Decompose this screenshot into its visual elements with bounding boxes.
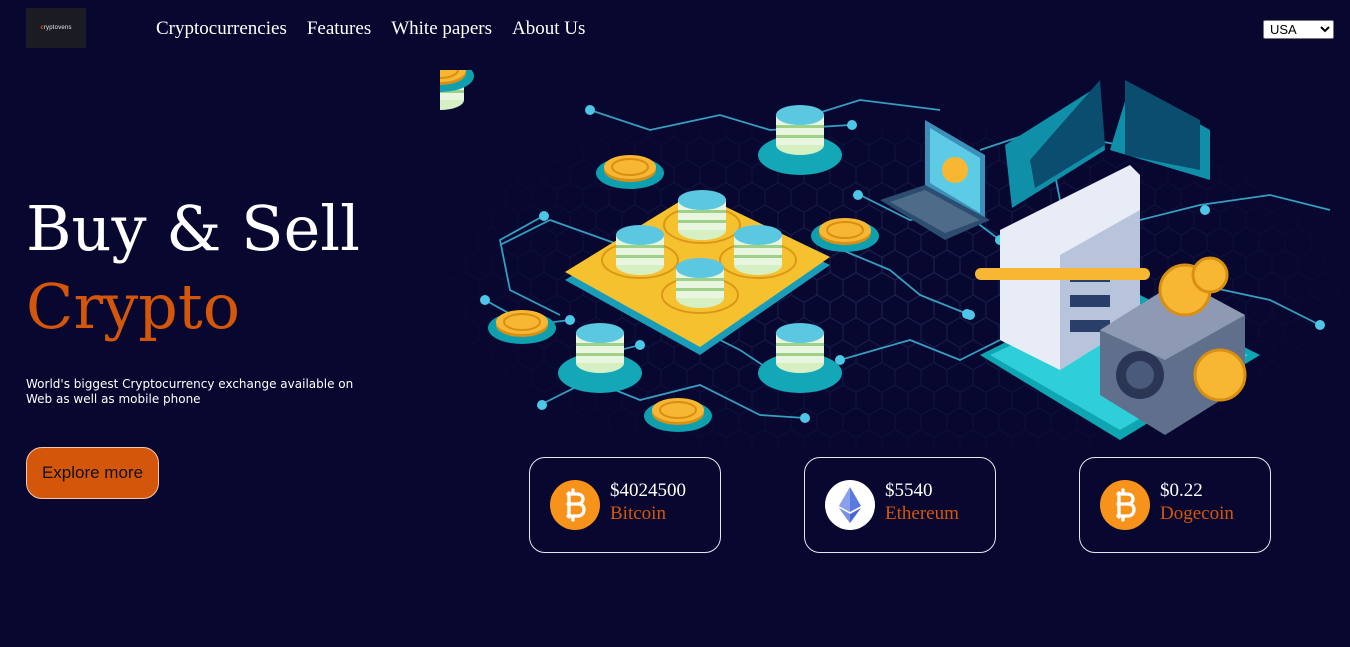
coin-name: Ethereum (885, 503, 959, 524)
coin-name: Bitcoin (610, 503, 666, 524)
region-select[interactable]: USA (1263, 20, 1334, 39)
hero-description: World's biggest Cryptocurrency exchange … (26, 377, 354, 406)
coin-card-bitcoin[interactable]: $4024500 Bitcoin (529, 457, 721, 553)
hero-title: Buy & Sell Crypto (26, 190, 360, 346)
nav-link-cryptocurrencies[interactable]: Cryptocurrencies (156, 18, 287, 40)
ethereum-icon (825, 480, 875, 530)
bitcoin-icon (1100, 480, 1150, 530)
brand-logo[interactable]: cryptovens (26, 8, 86, 48)
coin-price: $0.22 (1160, 480, 1203, 501)
explore-more-button[interactable]: Explore more (26, 447, 159, 499)
coin-card-ethereum[interactable]: $5540 Ethereum (804, 457, 996, 553)
coin-price: $5540 (885, 480, 933, 501)
logo-wordmark: cryptovens (40, 25, 72, 31)
nav-link-about-us[interactable]: About Us (512, 18, 585, 40)
nav-link-white-papers[interactable]: White papers (391, 18, 492, 40)
coin-card-dogecoin[interactable]: $0.22 Dogecoin (1079, 457, 1271, 553)
coin-price: $4024500 (610, 480, 686, 501)
hero-title-line1: Buy & Sell (26, 192, 360, 265)
blockchain-illustration (440, 70, 1340, 450)
coin-name: Dogecoin (1160, 503, 1234, 524)
nav-link-features[interactable]: Features (307, 18, 371, 40)
hero-title-line2: Crypto (26, 270, 241, 343)
bitcoin-icon (550, 480, 600, 530)
main-nav: Cryptocurrencies Features White papers A… (156, 18, 585, 40)
